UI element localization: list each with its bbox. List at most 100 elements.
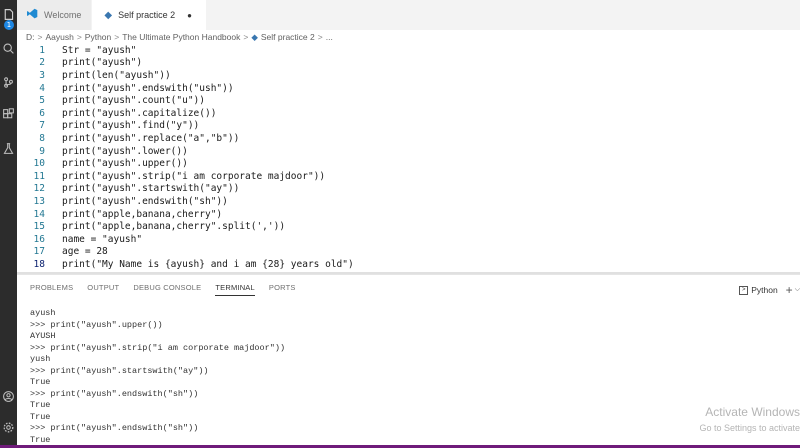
activate-windows-subtitle: Go to Settings to activate — [699, 423, 800, 433]
breadcrumb-item[interactable]: Aayush — [45, 32, 73, 42]
breadcrumb-item[interactable]: D: — [26, 32, 35, 42]
code-text: name = "ayush" — [62, 233, 143, 245]
breadcrumb-separator: > — [114, 32, 120, 42]
code-line[interactable]: 13 print("ayush".endswith("sh")) — [17, 195, 800, 208]
line-number: 15 — [33, 221, 45, 233]
tab-debug-console[interactable]: DEBUG CONSOLE — [133, 283, 201, 296]
code-line[interactable]: 3 print(len("ayush")) — [17, 69, 800, 82]
unsaved-indicator-icon[interactable]: ● — [187, 11, 192, 20]
code-text: print("ayush".endswith("ush")) — [62, 82, 234, 94]
terminal-line: >>> print("ayush".endswith("sh")) — [30, 423, 199, 433]
line-number: 2 — [39, 57, 45, 69]
vscode-icon — [27, 8, 38, 22]
code-line[interactable]: 16 name = "ayush" — [17, 233, 800, 246]
python-file-icon: ◆ — [104, 9, 113, 21]
activate-windows-title: Activate Windows — [705, 405, 800, 419]
code-text: print("ayush".capitalize()) — [62, 107, 217, 119]
code-line[interactable]: 2 print("ayush") — [17, 57, 800, 70]
line-number: 9 — [39, 145, 45, 157]
code-text: print("ayush".find("y")) — [62, 120, 200, 132]
breadcrumb-item[interactable]: Self practice 2 — [261, 32, 315, 42]
code-line[interactable]: 6 print("ayush".capitalize()) — [17, 107, 800, 120]
testing-flask-icon[interactable] — [2, 142, 15, 155]
tab-ports[interactable]: PORTS — [269, 283, 296, 296]
code-line[interactable]: 4 print("ayush".endswith("ush")) — [17, 82, 800, 95]
notification-badge: 1 — [4, 20, 14, 30]
code-line[interactable]: 10 print("ayush".upper()) — [17, 157, 800, 170]
code-line[interactable]: 11 print("ayush".strip("i am corporate ma… — [17, 170, 800, 183]
code-text: print("ayush".endswith("sh")) — [62, 195, 228, 207]
tab-problems[interactable]: PROBLEMS — [30, 283, 73, 296]
line-number: 13 — [33, 195, 45, 207]
terminal-actions: > Python + ⌵ — [739, 283, 800, 297]
code-text: print("My Name is {ayush} and i am {28} … — [62, 258, 354, 270]
line-number: 18 — [33, 258, 45, 270]
code-text: print("apple,banana,cherry".split(',')) — [62, 221, 286, 233]
terminal-line: True — [30, 377, 51, 387]
line-number: 16 — [33, 233, 45, 245]
settings-gear-icon[interactable] — [2, 421, 15, 434]
code-line[interactable]: 12 print("ayush".startswith("ay")) — [17, 183, 800, 196]
code-text: print("ayush".strip("i am corporate majd… — [62, 170, 326, 182]
terminal-line: >>> print("ayush".upper()) — [30, 319, 163, 330]
code-text: print(len("ayush")) — [62, 69, 171, 81]
breadcrumb-item[interactable]: ... — [326, 32, 333, 42]
tab-self-practice-2[interactable]: ◆ Self practice 2 ● — [92, 0, 207, 30]
breadcrumb-item[interactable]: Python — [85, 32, 111, 42]
code-text: print("ayush".count("u")) — [62, 95, 205, 107]
terminal-line: >>> print("ayush".strip("i am corporate … — [30, 342, 286, 353]
breadcrumb: D: > Aayush > Python > The Ultimate Pyth… — [17, 30, 800, 44]
search-icon[interactable] — [2, 42, 15, 55]
panel-tab-bar: PROBLEMS OUTPUT DEBUG CONSOLE TERMINAL P… — [30, 283, 310, 296]
code-line[interactable]: 1 Str = "ayush" — [17, 44, 800, 57]
line-number: 3 — [39, 69, 45, 81]
chevron-down-icon[interactable]: ⌵ — [795, 286, 800, 294]
code-text: print("ayush".upper()) — [62, 158, 188, 170]
terminal-output[interactable]: ayush >>> print("ayush".upper()) AYUSH >… — [30, 308, 800, 446]
tab-terminal[interactable]: TERMINAL — [215, 283, 255, 296]
code-line[interactable]: 9 print("ayush".lower()) — [17, 145, 800, 158]
line-number: 11 — [33, 170, 45, 182]
code-line[interactable]: 7 print("ayush".find("y")) — [17, 120, 800, 133]
line-number: 12 — [33, 183, 45, 195]
code-text: Str = "ayush" — [62, 44, 137, 56]
code-text: age = 28 — [62, 246, 108, 258]
terminal-shell-label[interactable]: Python — [751, 285, 777, 295]
code-line[interactable]: 5 print("ayush".count("u")) — [17, 94, 800, 107]
terminal-line: True — [30, 411, 51, 422]
code-text: print("ayush".lower()) — [62, 145, 188, 157]
terminal-line: True — [30, 400, 51, 410]
breadcrumb-separator: > — [76, 32, 82, 42]
line-number: 5 — [39, 95, 45, 107]
new-terminal-plus-icon[interactable]: + — [786, 283, 793, 297]
terminal-line: >>> print("ayush".endswith("sh")) — [30, 388, 199, 399]
code-line[interactable]: 17 age = 28 — [17, 246, 800, 259]
editor-tab-bar: Welcome ◆ Self practice 2 ● — [17, 0, 800, 30]
terminal-line: >>> print("ayush".startswith("ay")) — [30, 365, 209, 376]
line-number: 10 — [33, 158, 45, 170]
terminal-line: yush — [30, 354, 51, 364]
tab-output[interactable]: OUTPUT — [87, 283, 119, 296]
extensions-icon[interactable] — [2, 108, 15, 121]
account-icon[interactable] — [2, 390, 15, 403]
code-line[interactable]: 8 print("ayush".replace("a","b")) — [17, 132, 800, 145]
code-editor[interactable]: 1 Str = "ayush" 2 print("ayush") 3 print(le… — [17, 44, 800, 273]
line-number: 4 — [39, 82, 45, 94]
tab-label: Welcome — [44, 10, 82, 20]
code-text: print("ayush".startswith("ay")) — [62, 183, 240, 195]
tab-label: Self practice 2 — [118, 10, 176, 20]
tab-welcome[interactable]: Welcome — [17, 0, 93, 30]
source-control-icon[interactable] — [2, 76, 15, 89]
code-line[interactable]: 15 print("apple,banana,cherry".split(',')… — [17, 220, 800, 233]
code-line[interactable]: 14 print("apple,banana,cherry") — [17, 208, 800, 221]
line-number: 6 — [39, 107, 45, 119]
terminal-line: AYUSH — [30, 331, 56, 341]
activity-bar: 1 — [0, 0, 17, 448]
breadcrumb-item[interactable]: The Ultimate Python Handbook — [122, 32, 240, 42]
bottom-panel: PROBLEMS OUTPUT DEBUG CONSOLE TERMINAL P… — [17, 274, 800, 448]
code-line-current[interactable]: 18 print("My Name is {ayush} and i am {28… — [17, 258, 800, 271]
line-number: 1 — [39, 44, 45, 56]
breadcrumb-separator: > — [37, 32, 43, 42]
line-number: 14 — [33, 208, 45, 220]
terminal-line: ayush — [30, 308, 56, 318]
